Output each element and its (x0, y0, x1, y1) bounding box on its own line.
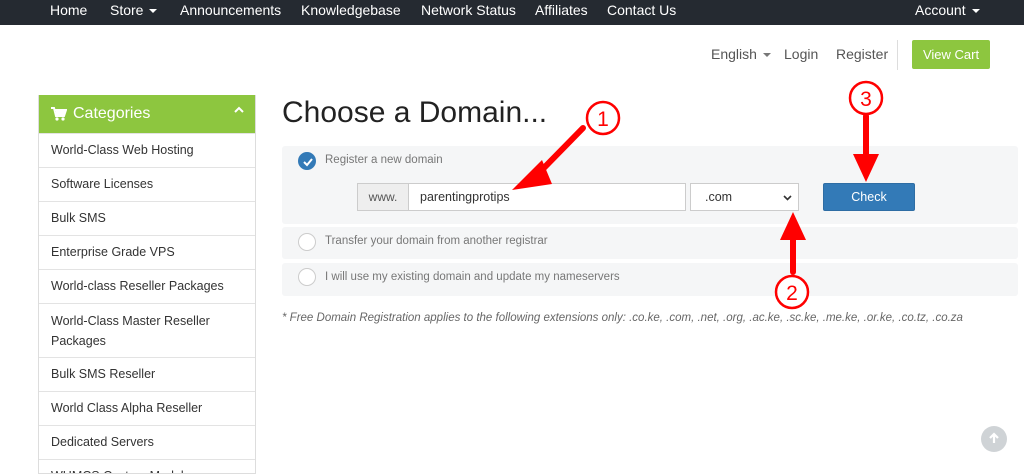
transfer-radio[interactable] (298, 233, 316, 251)
page-title: Choose a Domain... (282, 96, 548, 129)
check-button[interactable]: Check (823, 183, 915, 211)
categories-title: Categories (73, 105, 151, 122)
register-link[interactable]: Register (836, 46, 888, 62)
sidebar-item-web-hosting[interactable]: World-Class Web Hosting (39, 133, 255, 167)
view-cart-button[interactable]: View Cart (912, 40, 990, 69)
sidebar-item-alpha-reseller[interactable]: World Class Alpha Reseller Packages (39, 391, 255, 448)
nav-store-label: Store (110, 2, 144, 18)
nav-affiliates[interactable]: Affiliates (535, 2, 588, 18)
register-option-label[interactable]: Register a new domain (325, 154, 443, 166)
nav-account-label: Account (915, 2, 966, 18)
existing-option-label[interactable]: I will use my existing domain and update… (325, 271, 620, 283)
language-label: English (711, 46, 757, 62)
annotation-number-3: 3 (860, 88, 872, 111)
domain-input[interactable]: parentingprotips (408, 183, 686, 211)
transfer-option-label[interactable]: Transfer your domain from another regist… (325, 235, 548, 247)
sidebar-item-bulk-sms[interactable]: Bulk SMS (39, 201, 255, 235)
nav-network-status[interactable]: Network Status (421, 2, 516, 18)
sidebar-item-reseller-packages[interactable]: World-class Reseller Packages (39, 269, 255, 303)
register-radio[interactable] (298, 152, 316, 170)
nav-announcements[interactable]: Announcements (180, 2, 281, 18)
nav-store[interactable]: Store (110, 2, 158, 18)
annotation-marker-1: 1 (585, 100, 621, 136)
free-domain-note: * Free Domain Registration applies to th… (282, 312, 963, 324)
shopping-cart-icon (51, 107, 67, 121)
categories-header[interactable]: Categories (39, 95, 255, 133)
caret-down-icon (971, 9, 980, 14)
tld-select[interactable]: .com (690, 183, 799, 211)
categories-sidebar: Categories World-Class Web Hosting Softw… (38, 95, 256, 474)
login-link[interactable]: Login (784, 46, 818, 62)
nav-home[interactable]: Home (50, 2, 87, 18)
annotation-number-1: 1 (597, 108, 609, 131)
sidebar-item-software-licenses[interactable]: Software Licenses (39, 167, 255, 201)
nav-account[interactable]: Account (915, 2, 980, 18)
www-prefix: www. (357, 183, 408, 211)
caret-down-icon (762, 53, 771, 58)
checkmark-icon (303, 158, 313, 167)
sidebar-item-enterprise-vps[interactable]: Enterprise Grade VPS (39, 235, 255, 269)
sidebar-item-dedicated-servers[interactable]: Dedicated Servers (39, 425, 255, 459)
nav-contact-us[interactable]: Contact Us (607, 2, 676, 18)
header-divider (897, 40, 898, 70)
chevron-up-icon[interactable] (233, 104, 245, 116)
existing-domain-radio[interactable] (298, 268, 316, 286)
scroll-top-button[interactable] (981, 426, 1007, 452)
language-selector[interactable]: English (711, 46, 771, 62)
caret-down-icon (149, 9, 158, 14)
top-navbar: Home Store Announcements Knowledgebase N… (0, 0, 1024, 25)
sidebar-item-whmcs-modules[interactable]: WHMCS Custom Modules (39, 459, 255, 473)
annotation-marker-3: 3 (848, 80, 884, 116)
nav-knowledgebase[interactable]: Knowledgebase (301, 2, 401, 18)
chevron-down-icon (783, 195, 792, 201)
arrow-up-icon (989, 432, 999, 443)
sidebar-item-master-reseller[interactable]: World-Class Master Reseller Packages (39, 303, 255, 357)
tld-value: .com (705, 190, 733, 204)
sidebar-item-bulk-sms-reseller[interactable]: Bulk SMS Reseller (39, 357, 255, 391)
